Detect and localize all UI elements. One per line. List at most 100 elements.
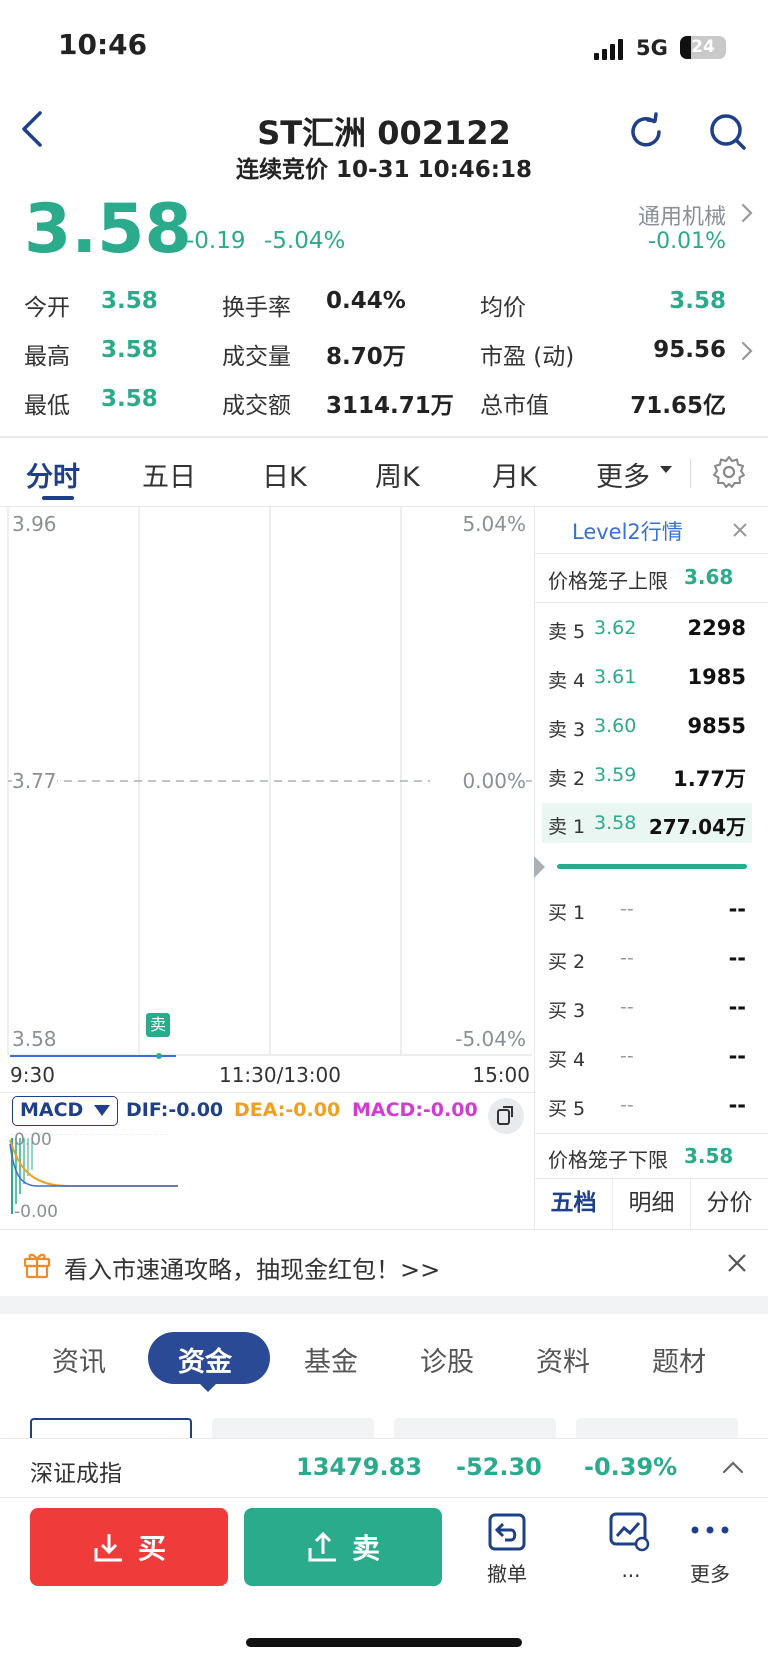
- tab-weekly-k[interactable]: 周K: [375, 455, 420, 494]
- tab-5day[interactable]: 五日: [142, 455, 196, 494]
- buy-icon: [94, 1534, 122, 1562]
- stat-label-high: 最高: [24, 344, 70, 370]
- sell3-volume: 9855: [687, 714, 746, 738]
- industry-change: -0.01%: [648, 229, 726, 254]
- chevron-right-icon[interactable]: [740, 340, 754, 362]
- switch-indicator-button[interactable]: [488, 1098, 524, 1134]
- macd-chart: [9, 1134, 178, 1214]
- stat-value-amount: 3114.71万: [326, 393, 454, 419]
- level2-title[interactable]: Level2行情: [572, 516, 683, 546]
- sell4-price[interactable]: 3.61: [594, 666, 636, 688]
- close-icon[interactable]: [726, 1252, 748, 1274]
- pct-axis-mid: 0.00%: [430, 769, 526, 793]
- x-axis-mid: 11:30/13:00: [218, 1063, 341, 1087]
- chevron-right-icon[interactable]: [740, 202, 754, 224]
- tab-more[interactable]: 更多: [596, 455, 650, 494]
- chevron-up-icon[interactable]: [722, 1460, 744, 1474]
- caret-right-icon: [534, 856, 545, 878]
- stat-value-pe: 95.56: [653, 337, 726, 363]
- battery-icon: 24: [680, 36, 726, 59]
- home-indicator[interactable]: [246, 1638, 522, 1647]
- buy-button[interactable]: 买: [30, 1508, 228, 1586]
- stat-label-low: 最低: [24, 393, 70, 419]
- industry-link[interactable]: 通用机械: [638, 199, 726, 231]
- search-icon[interactable]: [708, 112, 748, 152]
- stat-value-volume: 8.70万: [326, 344, 406, 370]
- index-pct: -0.39%: [584, 1453, 678, 1481]
- tab-daily-k[interactable]: 日K: [262, 455, 307, 494]
- buy1-price: --: [620, 898, 634, 920]
- tab-fund[interactable]: 基金: [304, 1340, 358, 1379]
- tab-five-levels[interactable]: 五档: [535, 1178, 613, 1230]
- buy4-volume: --: [728, 1044, 746, 1068]
- sell2-price[interactable]: 3.59: [594, 764, 636, 786]
- y-axis-top: 3.96: [12, 512, 57, 536]
- sell-marker[interactable]: 卖: [146, 1013, 170, 1037]
- macd-value: MACD:-0.00: [352, 1099, 478, 1121]
- sell1-label: 卖 1: [548, 816, 586, 838]
- sell3-label: 卖 3: [548, 719, 586, 741]
- sell1-volume: 277.04万: [648, 815, 746, 839]
- buy2-volume: --: [728, 946, 746, 970]
- signal-icon: [594, 38, 628, 60]
- stat-value-open: 3.58: [101, 288, 158, 314]
- more-icon[interactable]: [690, 1524, 730, 1536]
- more-dots-label[interactable]: ...: [594, 1558, 668, 1582]
- upper-limit-label: 价格笼子上限: [548, 569, 668, 593]
- y-axis-mid: 3.77: [12, 769, 57, 793]
- chart-trade-icon[interactable]: [608, 1510, 650, 1552]
- network-label: 5G: [636, 36, 668, 60]
- subtab-3[interactable]: [394, 1418, 556, 1440]
- x-axis-start: 9:30: [10, 1063, 55, 1087]
- close-icon[interactable]: [732, 522, 748, 538]
- buy4-price: --: [620, 1045, 634, 1067]
- buy5-label: 买 5: [548, 1098, 586, 1120]
- sell-button[interactable]: 卖: [244, 1508, 442, 1586]
- macd-dif: DIF:-0.00: [126, 1099, 224, 1121]
- stat-label-pe: 市盈 (动): [480, 344, 575, 370]
- tab-intraday[interactable]: 分时: [26, 455, 80, 494]
- tab-indicator: [42, 496, 74, 500]
- lower-limit-value: 3.58: [684, 1144, 734, 1168]
- tab-funds[interactable]: 资金: [178, 1340, 232, 1379]
- stat-value-high: 3.58: [101, 337, 158, 363]
- refresh-icon[interactable]: [626, 112, 666, 152]
- sell5-price[interactable]: 3.62: [594, 617, 636, 639]
- subtab-main[interactable]: [30, 1418, 192, 1440]
- intraday-chart[interactable]: [0, 507, 534, 1087]
- buy2-label: 买 2: [548, 951, 586, 973]
- macd-dea: DEA:-0.00: [234, 1099, 341, 1121]
- tab-price-dist[interactable]: 分价: [691, 1178, 768, 1230]
- sell3-price[interactable]: 3.60: [594, 715, 636, 737]
- subtab-4[interactable]: [576, 1418, 738, 1440]
- tab-details[interactable]: 明细: [613, 1178, 691, 1230]
- macd-axis-top: 0.00: [14, 1130, 52, 1150]
- tab-monthly-k[interactable]: 月K: [492, 455, 537, 494]
- cancel-order-icon[interactable]: [487, 1512, 527, 1552]
- sell5-label: 卖 5: [548, 621, 586, 643]
- sell1-price[interactable]: 3.58: [594, 812, 636, 834]
- tab-profile[interactable]: 资料: [536, 1340, 590, 1379]
- tab-pointer: [198, 1382, 218, 1392]
- index-value: 13479.83: [296, 1453, 423, 1481]
- more-label[interactable]: 更多: [672, 1558, 748, 1587]
- gift-icon: [23, 1253, 51, 1279]
- stat-label-volume: 成交量: [222, 344, 291, 370]
- buy1-volume: --: [728, 897, 746, 921]
- settings-icon[interactable]: [712, 455, 746, 489]
- swap-icon: [497, 1106, 513, 1125]
- tab-diagnosis[interactable]: 诊股: [420, 1340, 474, 1379]
- trade-status: 连续竞价 10-31 10:46:18: [236, 157, 532, 183]
- stat-label-marketcap: 总市值: [480, 393, 549, 419]
- index-change: -52.30: [456, 1453, 542, 1481]
- subtab-2[interactable]: [212, 1418, 374, 1440]
- tab-topics[interactable]: 题材: [652, 1340, 706, 1379]
- promo-banner[interactable]: 看入市速通攻略，抽现金红包！>>: [64, 1250, 440, 1285]
- sell5-volume: 2298: [687, 616, 746, 640]
- caret-down-icon: [94, 1105, 110, 1116]
- upper-limit-value: 3.68: [684, 565, 734, 589]
- cancel-order-label[interactable]: 撤单: [470, 1558, 544, 1587]
- price-change: -0.19: [186, 228, 246, 254]
- tab-news[interactable]: 资讯: [52, 1340, 106, 1379]
- buy4-label: 买 4: [548, 1049, 586, 1071]
